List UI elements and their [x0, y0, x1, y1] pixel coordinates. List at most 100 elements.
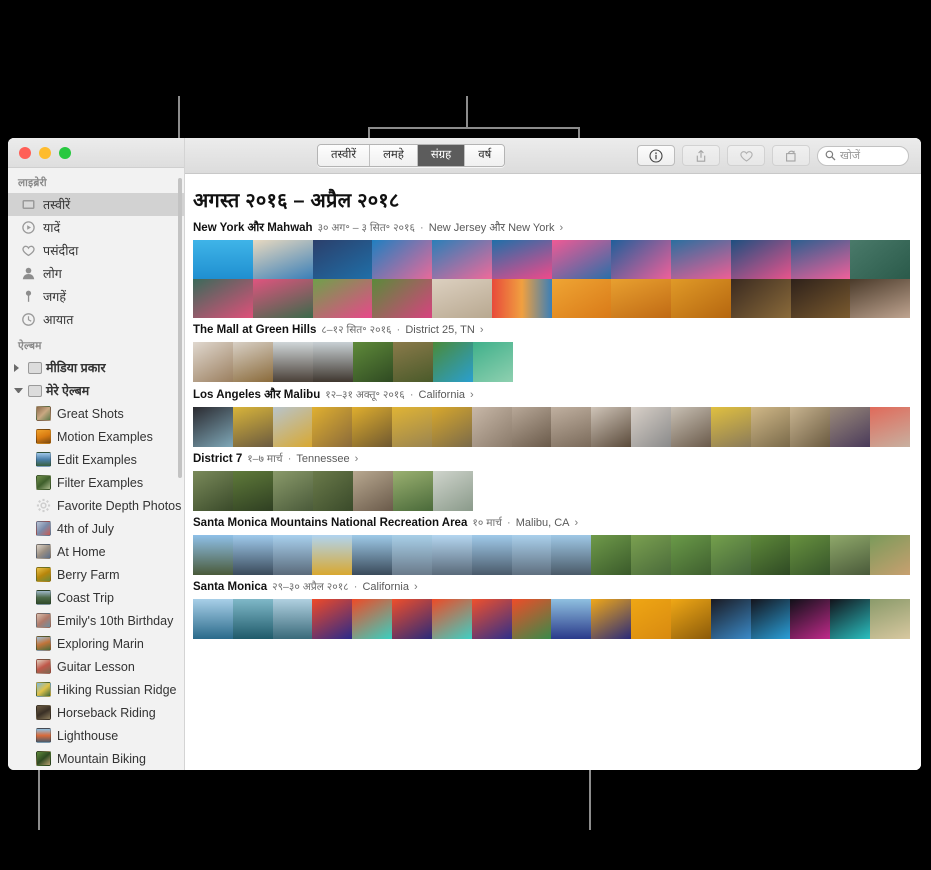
photo-thumbnail[interactable]	[232, 407, 273, 447]
photo-thumbnail[interactable]	[591, 599, 632, 639]
photo-thumbnail[interactable]	[393, 471, 433, 511]
photo-thumbnail[interactable]	[352, 535, 393, 575]
chevron-right-icon[interactable]: ›	[480, 324, 484, 336]
sidebar-item-pin[interactable]: जगहें	[8, 285, 184, 308]
sidebar-group-my-albums[interactable]: मेरे ऐल्बम	[8, 379, 184, 402]
chevron-right-icon[interactable]: ›	[575, 517, 579, 529]
segment-button-3[interactable]: वर्ष	[465, 145, 505, 166]
photo-thumbnail[interactable]	[471, 599, 512, 639]
photo-thumbnail[interactable]	[850, 240, 910, 279]
photo-thumbnail[interactable]	[790, 240, 851, 279]
sidebar-album-item[interactable]: Motion Examples	[8, 425, 184, 448]
photo-thumbnail[interactable]	[551, 407, 592, 447]
photo-thumbnail[interactable]	[272, 599, 313, 639]
photo-thumbnail[interactable]	[313, 471, 353, 511]
photo-thumbnail[interactable]	[870, 599, 910, 639]
photo-thumbnail[interactable]	[252, 279, 313, 318]
collection-header[interactable]: Santa Monica २९–३० अप्रैल २०१८ · California…	[193, 580, 921, 599]
chevron-right-icon[interactable]: ›	[414, 581, 418, 593]
photo-thumbnail[interactable]	[473, 342, 513, 382]
photo-thumbnail[interactable]	[272, 407, 313, 447]
sidebar-album-item[interactable]: Edit Examples	[8, 448, 184, 471]
sidebar-item-memories[interactable]: यादें	[8, 216, 184, 239]
photo-thumbnail[interactable]	[432, 240, 492, 279]
photo-thumbnail[interactable]	[870, 407, 910, 447]
photo-thumbnail[interactable]	[431, 599, 472, 639]
photo-thumbnail[interactable]	[232, 535, 273, 575]
photo-thumbnail[interactable]	[433, 471, 473, 511]
photo-thumbnail[interactable]	[392, 599, 432, 639]
photo-thumbnail[interactable]	[611, 240, 671, 279]
photo-thumbnail[interactable]	[193, 599, 233, 639]
photo-strip[interactable]	[193, 342, 921, 382]
sidebar-album-item[interactable]: Guitar Lesson	[8, 655, 184, 678]
photo-thumbnail[interactable]	[313, 342, 353, 382]
photo-thumbnail[interactable]	[353, 342, 393, 382]
photo-strip[interactable]	[193, 240, 910, 318]
segment-button-0[interactable]: तस्वीरें	[318, 145, 371, 166]
chevron-right-icon[interactable]	[14, 363, 23, 372]
minimize-button[interactable]	[39, 146, 51, 159]
photo-thumbnail[interactable]	[372, 240, 432, 279]
photo-thumbnail[interactable]	[511, 407, 552, 447]
photo-thumbnail[interactable]	[432, 279, 492, 318]
sidebar-item-photos[interactable]: तस्वीरें	[8, 193, 184, 216]
photo-strip[interactable]	[193, 599, 921, 639]
photo-thumbnail[interactable]	[750, 535, 791, 575]
segment-button-2[interactable]: संग्रह	[417, 145, 466, 166]
sidebar-album-item[interactable]: Mountain Biking	[8, 747, 184, 770]
photo-thumbnail[interactable]	[730, 240, 791, 279]
photo-thumbnail[interactable]	[591, 407, 632, 447]
photo-thumbnail[interactable]	[790, 279, 851, 318]
photo-thumbnail[interactable]	[551, 535, 592, 575]
chevron-right-icon[interactable]: ›	[470, 389, 474, 401]
photo-thumbnail[interactable]	[551, 240, 612, 279]
sidebar-album-item[interactable]: Hiking Russian Ridge	[8, 678, 184, 701]
sidebar-scrollbar[interactable]	[178, 178, 182, 478]
favorite-button[interactable]	[727, 145, 765, 166]
sidebar-album-item[interactable]: Berry Farm	[8, 563, 184, 586]
sidebar-group-media-types[interactable]: मीडिया प्रकार	[8, 356, 184, 379]
close-button[interactable]	[19, 146, 31, 159]
photo-thumbnail[interactable]	[471, 407, 512, 447]
photo-thumbnail[interactable]	[233, 471, 273, 511]
segment-button-1[interactable]: लमहे	[370, 145, 418, 166]
photo-thumbnail[interactable]	[551, 599, 592, 639]
photo-thumbnail[interactable]	[631, 535, 671, 575]
photo-thumbnail[interactable]	[312, 599, 353, 639]
photo-thumbnail[interactable]	[830, 535, 871, 575]
photo-thumbnail[interactable]	[193, 471, 233, 511]
photo-strip[interactable]	[193, 471, 921, 511]
sidebar-album-item[interactable]: Filter Examples	[8, 471, 184, 494]
photo-thumbnail[interactable]	[393, 342, 433, 382]
photo-thumbnail[interactable]	[312, 240, 373, 279]
rotate-button[interactable]	[772, 145, 810, 166]
photo-thumbnail[interactable]	[670, 407, 711, 447]
zoom-button[interactable]	[59, 146, 71, 159]
photo-thumbnail[interactable]	[491, 240, 552, 279]
share-button[interactable]	[682, 145, 720, 166]
chevron-right-icon[interactable]: ›	[560, 222, 564, 234]
photo-thumbnail[interactable]	[232, 599, 273, 639]
collection-header[interactable]: New York और Mahwah ३० अग॰ – ३ सित॰ २०१६ · N…	[193, 220, 921, 240]
photo-thumbnail[interactable]	[353, 471, 393, 511]
sidebar-album-item[interactable]: Lighthouse	[8, 724, 184, 747]
photo-thumbnail[interactable]	[491, 279, 552, 318]
photo-thumbnail[interactable]	[591, 535, 632, 575]
photo-thumbnail[interactable]	[631, 407, 671, 447]
sidebar-album-item[interactable]: Great Shots	[8, 402, 184, 425]
sidebar-album-item[interactable]: Horseback Riding	[8, 701, 184, 724]
photo-thumbnail[interactable]	[252, 240, 313, 279]
photo-thumbnail[interactable]	[730, 279, 791, 318]
photo-thumbnail[interactable]	[372, 279, 432, 318]
photo-thumbnail[interactable]	[710, 535, 751, 575]
photo-thumbnail[interactable]	[193, 407, 233, 447]
photo-thumbnail[interactable]	[670, 535, 711, 575]
photo-thumbnail[interactable]	[671, 279, 731, 318]
photo-thumbnail[interactable]	[312, 407, 353, 447]
photo-thumbnail[interactable]	[710, 407, 751, 447]
sidebar-item-heart[interactable]: पसंदीदा	[8, 239, 184, 262]
photo-thumbnail[interactable]	[850, 279, 910, 318]
view-mode-segmented-control[interactable]: तस्वीरें लमहे संग्रह वर्ष	[317, 144, 506, 167]
sidebar-item-person[interactable]: लोग	[8, 262, 184, 285]
